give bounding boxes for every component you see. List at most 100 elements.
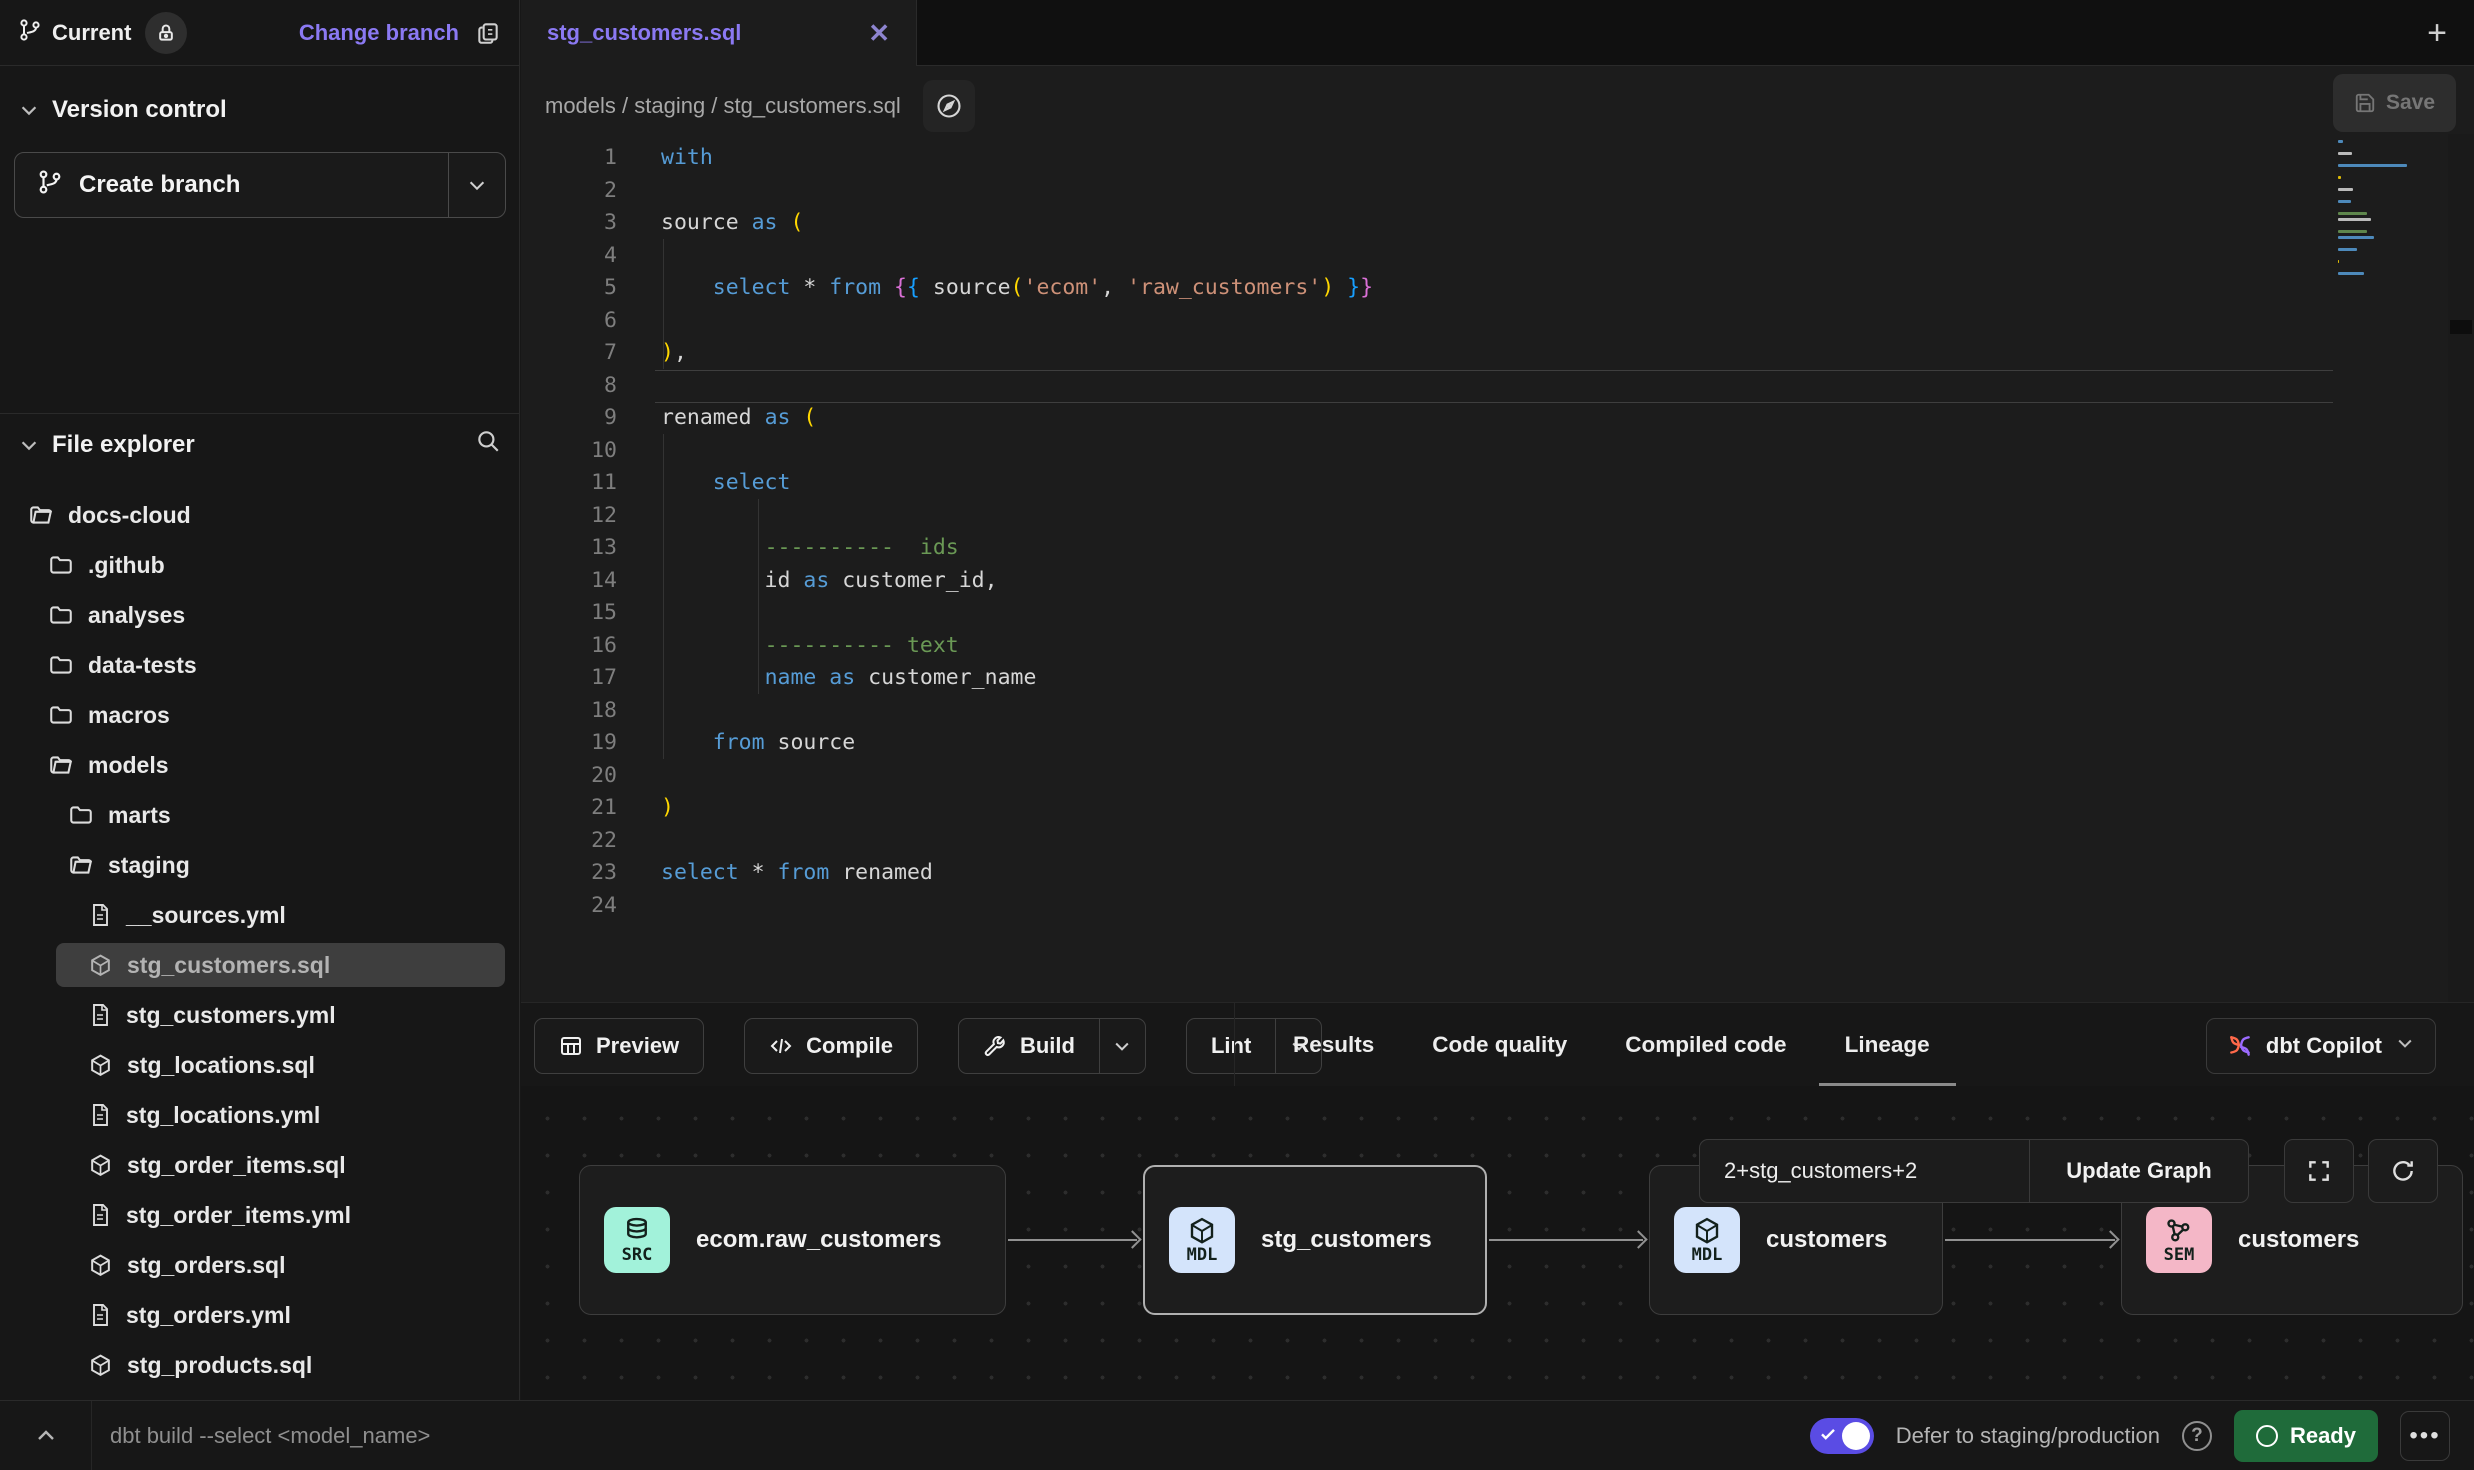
file-label: .github bbox=[88, 552, 165, 579]
chevron-down-icon[interactable] bbox=[18, 434, 40, 456]
code-line-18[interactable] bbox=[661, 695, 2334, 728]
node-label: stg_customers bbox=[1261, 1226, 1432, 1254]
new-tab-button[interactable]: + bbox=[2414, 10, 2460, 56]
code-line-1[interactable]: with bbox=[661, 142, 2334, 175]
tab-lineage[interactable]: Lineage bbox=[1845, 1003, 1930, 1087]
current-branch[interactable]: Current bbox=[18, 12, 187, 54]
tab-compiled-code[interactable]: Compiled code bbox=[1625, 1003, 1786, 1087]
indent-guide bbox=[663, 239, 664, 369]
code-line-6[interactable] bbox=[661, 305, 2334, 338]
lineage-selector-input[interactable]: 2+stg_customers+2 bbox=[1700, 1140, 2030, 1202]
code-line-24[interactable] bbox=[661, 890, 2334, 923]
code-line-8[interactable] bbox=[661, 370, 2334, 403]
file-item-models[interactable]: models bbox=[0, 740, 519, 790]
code-editor[interactable]: 123456789101112131415161718192021222324 … bbox=[521, 134, 2474, 1002]
tab-stg-customers[interactable]: stg_customers.sql ✕ bbox=[521, 0, 917, 66]
code-line-7[interactable]: ), bbox=[661, 337, 2334, 370]
file-label: __sources.yml bbox=[126, 902, 286, 929]
defer-toggle[interactable] bbox=[1810, 1418, 1874, 1454]
copy-icon[interactable] bbox=[475, 20, 501, 46]
preview-button[interactable]: Preview bbox=[534, 1018, 704, 1074]
create-branch-dropdown[interactable] bbox=[449, 153, 505, 217]
lineage-panel[interactable]: 2+stg_customers+2 Update Graph SRCecom.r… bbox=[521, 1086, 2474, 1400]
dbt-copilot-icon bbox=[2227, 1033, 2253, 1059]
save-icon bbox=[2354, 92, 2376, 114]
file-item--github[interactable]: .github bbox=[0, 540, 519, 590]
fullscreen-button[interactable] bbox=[2284, 1139, 2354, 1203]
file-item-stg-customers-yml[interactable]: stg_customers.yml bbox=[0, 990, 519, 1040]
code-line-4[interactable] bbox=[661, 240, 2334, 273]
code-line-21[interactable]: ) bbox=[661, 792, 2334, 825]
lineage-node-ecom-raw-customers[interactable]: SRCecom.raw_customers bbox=[579, 1165, 1006, 1315]
file-item-stg-orders-sql[interactable]: stg_orders.sql bbox=[0, 1240, 519, 1290]
file-item-stg-products-sql[interactable]: stg_products.sql bbox=[0, 1340, 519, 1390]
build-button[interactable]: Build bbox=[958, 1018, 1146, 1074]
version-control-header[interactable]: Version control bbox=[18, 96, 227, 124]
code-line-5[interactable]: select * from {{ source('ecom', 'raw_cus… bbox=[661, 272, 2334, 305]
create-branch-button[interactable]: Create branch bbox=[14, 152, 506, 218]
compile-button[interactable]: Compile bbox=[744, 1018, 918, 1074]
update-graph-button[interactable]: Update Graph bbox=[2030, 1140, 2248, 1202]
code-line-23[interactable]: select * from renamed bbox=[661, 857, 2334, 890]
file-label: stg_customers.yml bbox=[126, 1002, 336, 1029]
file-icon bbox=[88, 1303, 112, 1327]
command-input[interactable]: dbt build --select <model_name> bbox=[110, 1423, 430, 1449]
ready-status-button[interactable]: Ready bbox=[2234, 1410, 2378, 1462]
code-line-17[interactable]: name as customer_name bbox=[661, 662, 2334, 695]
chevron-up-icon bbox=[34, 1424, 58, 1448]
code-line-9[interactable]: renamed as ( bbox=[661, 402, 2334, 435]
code-line-19[interactable]: from source bbox=[661, 727, 2334, 760]
file-item-stg-order-items-yml[interactable]: stg_order_items.yml bbox=[0, 1190, 519, 1240]
indent-guide bbox=[663, 434, 664, 759]
file-item-marts[interactable]: marts bbox=[0, 790, 519, 840]
refresh-button[interactable] bbox=[2368, 1139, 2438, 1203]
file-item-staging[interactable]: staging bbox=[0, 840, 519, 890]
code-line-14[interactable]: id as customer_id, bbox=[661, 565, 2334, 598]
code-line-10[interactable] bbox=[661, 435, 2334, 468]
file-label: stg_orders.yml bbox=[126, 1302, 291, 1329]
file-item-stg-locations-sql[interactable]: stg_locations.sql bbox=[0, 1040, 519, 1090]
code-line-20[interactable] bbox=[661, 760, 2334, 793]
code-line-11[interactable]: select bbox=[661, 467, 2334, 500]
chevron-down-icon bbox=[2395, 1033, 2415, 1053]
code-line-2[interactable] bbox=[661, 175, 2334, 208]
file-item-stg-customers-sql[interactable]: stg_customers.sql bbox=[0, 940, 519, 990]
file-label: stg_locations.yml bbox=[126, 1102, 320, 1129]
build-dropdown[interactable] bbox=[1099, 1019, 1145, 1073]
code-line-22[interactable] bbox=[661, 825, 2334, 858]
code-line-3[interactable]: source as ( bbox=[661, 207, 2334, 240]
dbt-copilot-button[interactable]: dbt Copilot bbox=[2206, 1018, 2436, 1074]
help-icon[interactable]: ? bbox=[2182, 1421, 2212, 1451]
more-options-button[interactable]: ••• bbox=[2400, 1411, 2450, 1461]
scrollbar-track[interactable] bbox=[2448, 134, 2474, 1002]
tab-code-quality[interactable]: Code quality bbox=[1432, 1003, 1567, 1087]
lineage-node-stg-customers[interactable]: MDLstg_customers bbox=[1143, 1165, 1487, 1315]
scrollbar-thumb[interactable] bbox=[2450, 320, 2472, 334]
minimap[interactable] bbox=[2338, 140, 2444, 284]
search-icon[interactable] bbox=[475, 428, 501, 461]
change-branch-link[interactable]: Change branch bbox=[299, 20, 459, 46]
folder-icon bbox=[48, 552, 74, 578]
file-item--sources-yml[interactable]: __sources.yml bbox=[0, 890, 519, 940]
code-line-15[interactable] bbox=[661, 597, 2334, 630]
file-item-stg-locations-yml[interactable]: stg_locations.yml bbox=[0, 1090, 519, 1140]
code-line-13[interactable]: ---------- ids bbox=[661, 532, 2334, 565]
line-numbers: 123456789101112131415161718192021222324 bbox=[521, 142, 617, 922]
file-tree: docs-cloud .github analysesdata-testsmacro… bbox=[0, 490, 519, 1390]
file-item-data-tests[interactable]: data-tests bbox=[0, 640, 519, 690]
file-item-macros[interactable]: macros bbox=[0, 690, 519, 740]
file-item-stg-orders-yml[interactable]: stg_orders.yml bbox=[0, 1290, 519, 1340]
code-line-16[interactable]: ---------- text bbox=[661, 630, 2334, 663]
file-item-docs-cloud[interactable]: docs-cloud bbox=[0, 490, 519, 540]
collapse-panel-button[interactable] bbox=[0, 1401, 92, 1470]
file-item-stg-order-items-sql[interactable]: stg_order_items.sql bbox=[0, 1140, 519, 1190]
tab-results[interactable]: Results bbox=[1293, 1003, 1374, 1087]
save-button[interactable]: Save bbox=[2333, 74, 2456, 132]
chevron-down-icon bbox=[466, 174, 488, 196]
code-line-12[interactable] bbox=[661, 500, 2334, 533]
wrench-icon bbox=[983, 1034, 1007, 1058]
compass-icon[interactable] bbox=[923, 80, 975, 132]
close-icon[interactable]: ✕ bbox=[868, 18, 890, 49]
node-label: ecom.raw_customers bbox=[696, 1226, 941, 1254]
file-item-analyses[interactable]: analyses bbox=[0, 590, 519, 640]
